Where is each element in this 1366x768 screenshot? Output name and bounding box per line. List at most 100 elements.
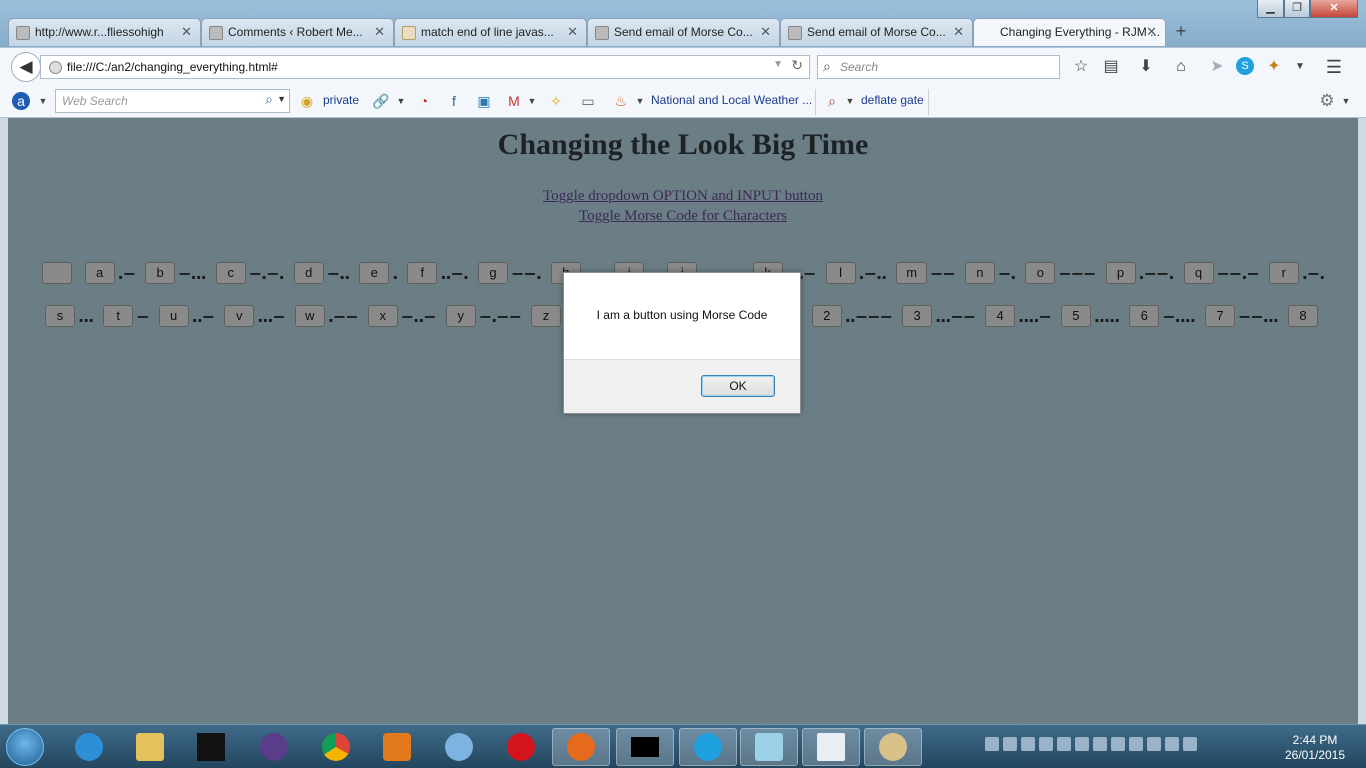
gmail-dropdown-icon[interactable]: ▼ [523,92,541,110]
tab-close-icon[interactable]: ✕ [953,24,964,40]
morse-char-button[interactable]: m [896,262,928,284]
morse-char-button[interactable]: g [478,262,508,284]
browser-tab[interactable]: Send email of Morse Co... ✕ [587,18,780,46]
morse-char-button[interactable]: t [103,305,134,327]
morse-char-button[interactable]: a [84,262,115,284]
morse-char-button[interactable]: c [215,262,246,284]
morse-char-button[interactable]: 6 [1129,305,1160,327]
power-icon[interactable] [1165,737,1179,751]
browser-tab[interactable]: Comments ‹ Robert Me... ✕ [201,18,394,46]
morse-char-button[interactable]: o [1025,262,1056,284]
morse-char-button[interactable]: v [224,305,255,327]
new-tab-button[interactable]: + [1166,18,1196,46]
paint-icon[interactable] [864,728,922,766]
gmail-icon[interactable]: M [505,92,523,110]
send-icon[interactable]: ➤ [1207,57,1227,77]
morse-char-button[interactable]: r [1268,262,1299,284]
menu-icon[interactable]: ☰ [1324,57,1344,77]
clock[interactable]: 2:44 PM 26/01/2015 [1280,733,1350,763]
toggle-morse-link[interactable]: Toggle Morse Code for Characters [8,206,1358,226]
tab-close-icon[interactable]: ✕ [567,24,578,40]
morse-char-button[interactable]: y [445,305,476,327]
browser-tab[interactable]: match end of line javas... ✕ [394,18,587,46]
tab-close-icon[interactable]: ✕ [760,24,771,40]
tray-icon[interactable] [1021,737,1035,751]
morse-char-button[interactable]: s [45,305,75,327]
morse-char-button[interactable]: e [359,262,390,284]
morse-char-button[interactable]: q [1183,262,1214,284]
volume-icon[interactable] [1183,737,1197,751]
tray-icon[interactable] [1093,737,1107,751]
reload-icon[interactable]: ↻ [791,57,803,74]
web-search-icon[interactable]: ⌕ [265,91,273,108]
reading-list-icon[interactable]: ▤ [1101,57,1121,77]
url-history-dropdown-icon[interactable]: ▼ [773,59,783,70]
toggle-dropdown-link[interactable]: Toggle dropdown OPTION and INPUT button [8,186,1358,206]
browser-tab[interactable]: Changing Everything - RJM ... ✕ [973,18,1166,46]
tray-icon[interactable] [1039,737,1053,751]
morse-char-button[interactable]: w [294,305,325,327]
morse-char-button[interactable]: 7 [1204,305,1235,327]
tray-icon[interactable] [1129,737,1143,751]
morse-char-button[interactable]: p [1105,262,1136,284]
tray-icon[interactable] [1003,737,1017,751]
morse-char-button[interactable]: n [964,262,995,284]
morse-char-button[interactable]: 4 [985,305,1016,327]
back-button[interactable]: ◀ [11,52,41,82]
command-prompt-icon[interactable] [616,728,674,766]
tray-icon[interactable] [985,737,999,751]
morse-char-button[interactable]: d [293,262,324,284]
morse-char-button[interactable]: 5 [1060,305,1091,327]
extension-icon[interactable]: ✦ [1264,57,1284,77]
web-search-input[interactable]: Web Search ⌕ ▼ [55,89,290,113]
web-search-dropdown-icon[interactable]: ▼ [277,94,286,104]
bluetooth-icon[interactable] [1057,737,1071,751]
flame-icon[interactable]: ♨ [612,92,630,110]
morse-char-button[interactable]: l [825,262,856,284]
morse-char-button[interactable]: 3 [902,305,933,327]
skype-taskbar-icon[interactable] [679,728,737,766]
tab-close-icon[interactable]: ✕ [1146,24,1157,40]
close-window-button[interactable]: ✕ [1310,0,1358,18]
weather-link[interactable]: National and Local Weather ... [651,93,812,107]
morse-char-button[interactable]: 2 [811,305,842,327]
skype-icon[interactable]: S [1236,57,1254,75]
contact-card-icon[interactable]: ▭ [579,92,597,110]
maximize-button[interactable]: ❐ [1284,0,1310,18]
browser-tab[interactable]: http://www.r...fliessohigh ✕ [8,18,201,46]
morse-char-button[interactable]: f [407,262,438,284]
network-icon[interactable] [1111,737,1125,751]
tab-close-icon[interactable]: ✕ [374,24,385,40]
extension-dropdown-icon[interactable]: ▼ [1290,57,1310,77]
private-link[interactable]: private [323,93,359,107]
search-fire-dropdown-icon[interactable]: ▼ [841,92,859,110]
search-fire-icon[interactable]: ⌕ [823,92,841,110]
morse-char-button[interactable]: u [158,305,189,327]
terminal-app-icon[interactable] [182,728,240,766]
sparkle-icon[interactable]: ✧ [547,92,565,110]
firefox-icon[interactable] [552,728,610,766]
ask-logo-icon[interactable]: a [12,92,30,110]
document-app-icon[interactable] [802,728,860,766]
settings-dropdown-icon[interactable]: ▼ [1337,92,1355,110]
morse-char-button[interactable] [41,262,72,284]
opera-icon[interactable] [492,728,550,766]
chrome-icon[interactable] [307,728,365,766]
browser-tab[interactable]: Send email of Morse Co... ✕ [780,18,973,46]
timer-icon[interactable]: ◔ [415,92,433,110]
deflate-gate-link[interactable]: deflate gate [861,93,924,107]
security-icon[interactable] [1147,737,1161,751]
start-button[interactable] [6,728,44,766]
minimize-button[interactable]: ▁ [1257,0,1284,18]
link-icon[interactable]: 🔗 [372,92,390,110]
url-bar[interactable]: file:///C:/an2/changing_everything.html#… [40,55,810,79]
bookmark-star-icon[interactable]: ☆ [1071,57,1091,77]
morse-char-button[interactable]: x [367,305,398,327]
file-explorer-icon[interactable] [121,728,179,766]
tab-close-icon[interactable]: ✕ [181,24,192,40]
flame-dropdown-icon[interactable]: ▼ [631,92,649,110]
eclipse-icon[interactable] [245,728,303,766]
link-dropdown-icon[interactable]: ▼ [392,92,410,110]
ok-button[interactable]: OK [701,375,775,397]
facebook-icon[interactable]: f [445,92,463,110]
